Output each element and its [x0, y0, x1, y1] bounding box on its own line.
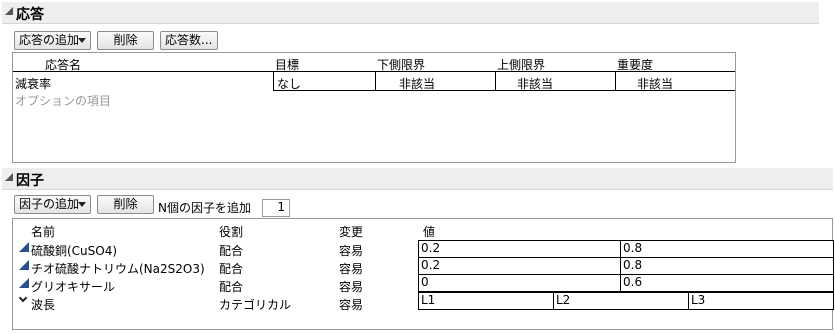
factor-level-2[interactable]: L2 [553, 292, 689, 310]
response-name-cell[interactable]: 減衰率 [15, 75, 51, 92]
continuous-factor-icon[interactable] [19, 278, 29, 288]
col-values: 値 [423, 225, 436, 239]
responses-section-header[interactable]: 応答 [2, 2, 819, 24]
factor-change-cell[interactable]: 容易 [339, 296, 363, 313]
add-factor-label: 因子の追加 [19, 197, 80, 211]
factor-change-cell[interactable]: 容易 [339, 242, 363, 259]
delete-factor-button[interactable]: 削除 [97, 195, 154, 214]
factor-level-3[interactable]: L3 [688, 292, 834, 310]
disclosure-triangle-icon[interactable] [5, 173, 13, 181]
factor-value-low[interactable]: 0 [418, 274, 622, 292]
responses-table: 応答名 目標 下側限界 上側限界 重要度 減衰率 なし 非該当 非該当 非該当 … [12, 52, 736, 163]
row-underline [273, 90, 735, 91]
factor-value-high[interactable]: 0.8 [620, 257, 834, 275]
factor-role-cell[interactable]: 配合 [219, 278, 243, 295]
response-count-button[interactable]: 応答数... [160, 31, 218, 50]
dropdown-arrow-icon [78, 202, 86, 207]
cell-divider [495, 72, 496, 90]
factor-value-low[interactable]: 0.2 [418, 257, 622, 275]
factors-section-header[interactable]: 因子 [2, 168, 833, 190]
factor-name-cell[interactable]: グリオキサール [31, 278, 115, 295]
add-response-button[interactable]: 応答の追加 [14, 31, 91, 50]
factor-role-cell[interactable]: カテゴリカル [219, 296, 291, 313]
continuous-factor-icon[interactable] [19, 260, 29, 270]
add-factor-button[interactable]: 因子の追加 [14, 195, 91, 214]
factor-value-low[interactable]: 0.2 [418, 240, 622, 258]
response-count-label: 応答数... [165, 33, 213, 47]
dropdown-arrow-icon [78, 38, 86, 43]
optional-items-label: オプションの項目 [15, 94, 112, 108]
col-factor-name: 名前 [31, 225, 56, 239]
factor-name-cell[interactable]: 硫酸銅(CuSO4) [31, 242, 117, 259]
add-n-factors-input[interactable]: 1 [262, 199, 290, 217]
factor-value-high[interactable]: 0.8 [620, 240, 834, 258]
factor-role-cell[interactable]: 配合 [219, 242, 243, 259]
factor-name-cell[interactable]: チオ硫酸ナトリウム(Na2S2O3) [31, 260, 205, 277]
delete-response-button[interactable]: 削除 [97, 31, 154, 50]
cell-divider [375, 72, 376, 90]
delete-response-label: 削除 [113, 33, 138, 47]
factors-table: 名前 役割 変更 値 硫酸銅(CuSO4) 配合 容易 0.2 0.8 チオ硫酸… [12, 218, 834, 330]
factor-value-high[interactable]: 0.6 [620, 274, 834, 292]
factor-name-cell[interactable]: 波長 [31, 296, 55, 313]
factor-change-cell[interactable]: 容易 [339, 278, 363, 295]
cell-divider [273, 72, 274, 90]
continuous-factor-icon[interactable] [19, 242, 29, 252]
factor-level-1[interactable]: L1 [418, 292, 554, 310]
categorical-factor-icon[interactable] [18, 293, 28, 303]
add-n-factors-label: N個の因子を追加 [158, 201, 251, 215]
col-change: 変更 [339, 225, 364, 239]
disclosure-triangle-icon[interactable] [5, 7, 13, 15]
add-response-label: 応答の追加 [19, 33, 80, 47]
factor-change-cell[interactable]: 容易 [339, 260, 363, 277]
delete-factor-label: 削除 [113, 197, 138, 211]
col-role: 役割 [219, 225, 244, 239]
factor-role-cell[interactable]: 配合 [219, 260, 243, 277]
cell-divider [615, 72, 616, 90]
responses-title: 応答 [16, 7, 44, 23]
factors-title: 因子 [16, 173, 44, 189]
header-divider [13, 71, 735, 72]
